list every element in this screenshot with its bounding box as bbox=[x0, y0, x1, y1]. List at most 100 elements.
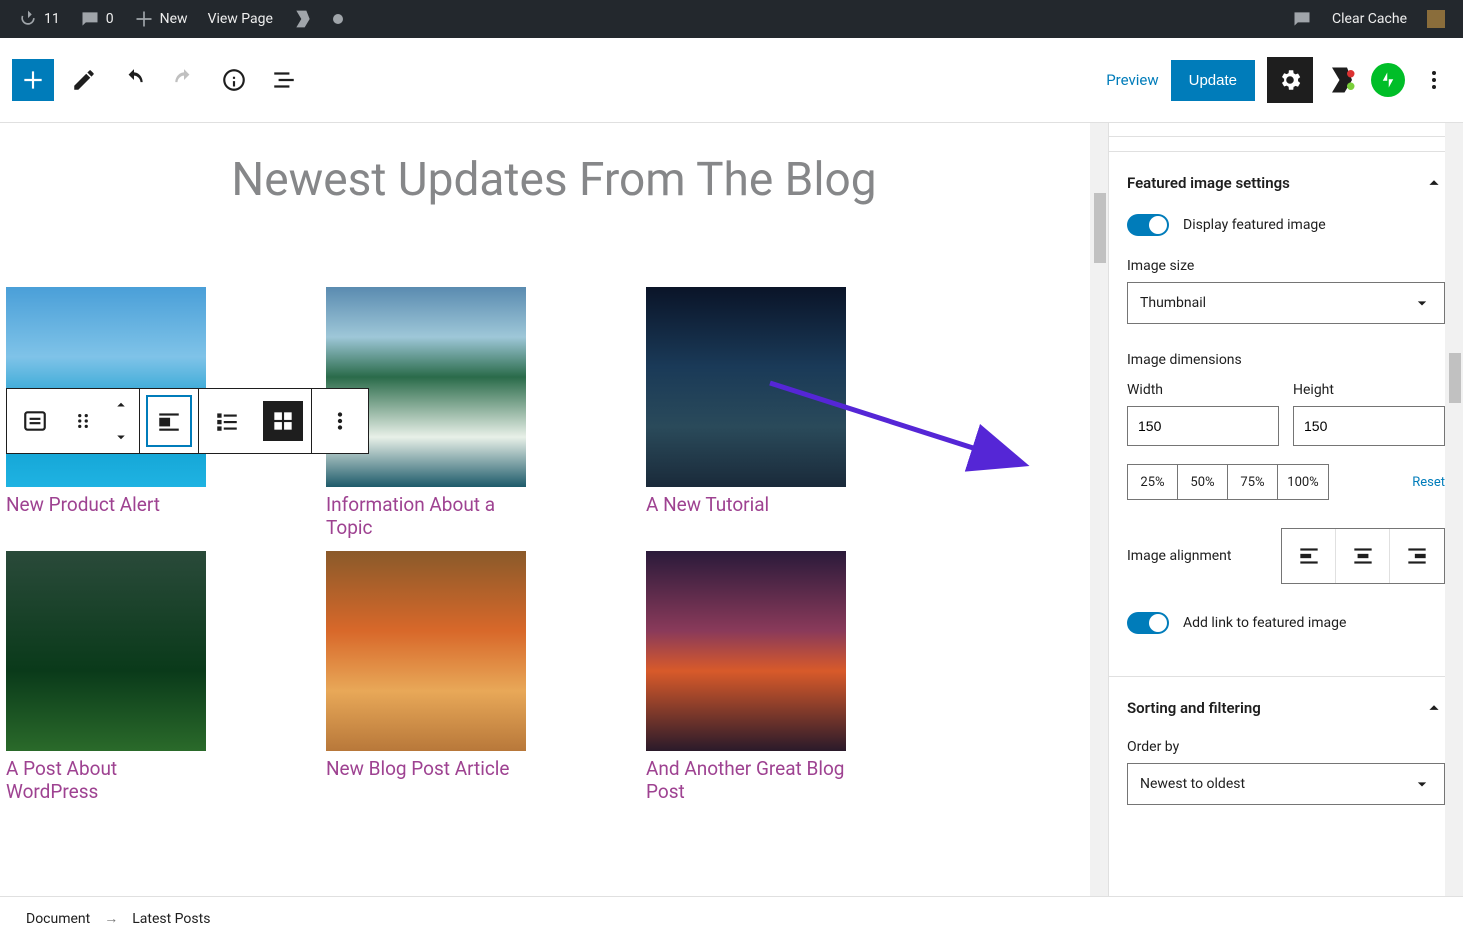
align-right-button[interactable] bbox=[1390, 529, 1444, 583]
display-featured-image-toggle[interactable] bbox=[1127, 214, 1169, 236]
display-featured-image-label: Display featured image bbox=[1183, 217, 1326, 233]
featured-image-settings-panel: Featured image settings Display featured… bbox=[1109, 151, 1463, 676]
plus-icon bbox=[20, 67, 46, 93]
order-by-value: Newest to oldest bbox=[1140, 776, 1245, 792]
panel-title: Featured image settings bbox=[1127, 174, 1290, 192]
align-button[interactable] bbox=[146, 395, 192, 447]
post-title[interactable]: And Another Great Blog Post bbox=[646, 757, 846, 803]
jetpack-icon bbox=[1379, 71, 1397, 89]
pct-25-button[interactable]: 25% bbox=[1128, 465, 1178, 499]
post-title[interactable]: New Product Alert bbox=[6, 493, 206, 516]
sidebar-scrollbar[interactable] bbox=[1445, 123, 1463, 896]
redo-button[interactable] bbox=[164, 60, 204, 100]
chevron-down-icon bbox=[112, 428, 130, 446]
post-title[interactable]: A Post About WordPress bbox=[6, 757, 206, 803]
more-options-button[interactable] bbox=[1417, 57, 1451, 103]
admin-bar-view-page[interactable]: View Page bbox=[198, 0, 283, 38]
admin-bar-updates[interactable]: 11 bbox=[8, 0, 70, 38]
pct-100-button[interactable]: 100% bbox=[1278, 465, 1328, 499]
image-dimensions-label: Image dimensions bbox=[1127, 352, 1445, 368]
breadcrumb-document[interactable]: Document bbox=[26, 911, 90, 927]
add-link-label: Add link to featured image bbox=[1183, 615, 1346, 631]
height-input[interactable] bbox=[1293, 406, 1445, 446]
block-type-button[interactable] bbox=[7, 389, 63, 453]
post-title[interactable]: New Blog Post Article bbox=[326, 757, 526, 780]
post-card[interactable]: New Blog Post Article bbox=[326, 551, 526, 807]
editor-canvas[interactable]: Newest Updates From The Blog bbox=[0, 123, 1108, 896]
admin-bar-clear-cache[interactable]: Clear Cache bbox=[1322, 0, 1417, 38]
more-vertical-icon bbox=[327, 408, 353, 434]
gear-icon bbox=[1277, 67, 1303, 93]
yoast-button[interactable] bbox=[1325, 63, 1359, 97]
sorting-filtering-header[interactable]: Sorting and filtering bbox=[1109, 677, 1463, 739]
update-button[interactable]: Update bbox=[1171, 60, 1255, 101]
admin-bar-clear-cache-label: Clear Cache bbox=[1332, 11, 1407, 27]
move-down-button[interactable] bbox=[103, 421, 139, 453]
page-title[interactable]: Newest Updates From The Blog bbox=[0, 153, 1108, 207]
settings-button[interactable] bbox=[1267, 57, 1313, 103]
post-thumbnail bbox=[6, 287, 206, 487]
comment-icon bbox=[80, 9, 100, 29]
block-more-button[interactable] bbox=[312, 389, 368, 453]
grid-view-button[interactable] bbox=[255, 389, 311, 453]
admin-bar-comments[interactable]: 0 bbox=[70, 0, 124, 38]
featured-image-settings-header[interactable]: Featured image settings bbox=[1109, 152, 1463, 214]
post-card[interactable]: A Post About WordPress bbox=[6, 551, 206, 807]
post-title[interactable]: A New Tutorial bbox=[646, 493, 846, 516]
admin-bar-comments-count: 0 bbox=[106, 11, 114, 27]
admin-bar-new[interactable]: New bbox=[124, 0, 198, 38]
image-alignment-label: Image alignment bbox=[1127, 548, 1232, 564]
post-title[interactable]: Information About a Topic bbox=[326, 493, 526, 539]
order-by-select[interactable]: Newest to oldest bbox=[1127, 763, 1445, 805]
canvas-scrollbar[interactable] bbox=[1090, 123, 1108, 896]
post-thumbnail bbox=[6, 551, 206, 751]
pct-50-button[interactable]: 50% bbox=[1178, 465, 1228, 499]
post-card[interactable]: And Another Great Blog Post bbox=[646, 551, 846, 807]
admin-bar-updates-count: 11 bbox=[44, 11, 60, 27]
admin-bar-view-page-label: View Page bbox=[208, 11, 273, 27]
yoast-icon bbox=[293, 9, 313, 29]
add-block-button[interactable] bbox=[12, 59, 54, 101]
modes-button[interactable] bbox=[64, 60, 104, 100]
post-thumbnail bbox=[326, 551, 526, 751]
yoast-icon bbox=[1327, 65, 1357, 95]
align-right-icon bbox=[1404, 543, 1430, 569]
admin-bar-account[interactable] bbox=[1417, 0, 1455, 38]
undo-button[interactable] bbox=[114, 60, 154, 100]
info-button[interactable] bbox=[214, 60, 254, 100]
order-by-label: Order by bbox=[1127, 739, 1445, 755]
post-card[interactable]: A New Tutorial bbox=[646, 287, 846, 543]
align-left-icon bbox=[1296, 543, 1322, 569]
note-icon bbox=[1292, 9, 1312, 29]
latest-posts-grid: New Product Alert Information About a To… bbox=[0, 287, 1108, 807]
breadcrumb-latest-posts[interactable]: Latest Posts bbox=[132, 911, 210, 927]
scrollbar-thumb[interactable] bbox=[1094, 193, 1106, 263]
chevron-up-icon bbox=[1423, 172, 1445, 194]
admin-bar: 11 0 New View Page Clear Cache bbox=[0, 0, 1463, 38]
reset-link[interactable]: Reset bbox=[1412, 475, 1445, 490]
settings-sidebar: Featured image settings Display featured… bbox=[1108, 123, 1463, 896]
admin-bar-notes[interactable] bbox=[1282, 0, 1322, 38]
outline-icon bbox=[271, 67, 297, 93]
avatar bbox=[1427, 10, 1445, 28]
list-view-button[interactable] bbox=[199, 389, 255, 453]
add-link-toggle[interactable] bbox=[1127, 612, 1169, 634]
scrollbar-thumb[interactable] bbox=[1449, 353, 1461, 403]
outline-button[interactable] bbox=[264, 60, 304, 100]
drag-handle[interactable] bbox=[63, 389, 103, 453]
preview-link[interactable]: Preview bbox=[1106, 71, 1158, 89]
align-left-button[interactable] bbox=[1282, 529, 1336, 583]
image-size-select[interactable]: Thumbnail bbox=[1127, 282, 1445, 324]
width-label: Width bbox=[1127, 382, 1279, 398]
pct-75-button[interactable]: 75% bbox=[1228, 465, 1278, 499]
block-toolbar bbox=[6, 388, 369, 454]
move-up-button[interactable] bbox=[103, 389, 139, 421]
jetpack-button[interactable] bbox=[1371, 63, 1405, 97]
status-dot-icon bbox=[333, 14, 343, 24]
width-input[interactable] bbox=[1127, 406, 1279, 446]
align-center-button[interactable] bbox=[1336, 529, 1390, 583]
align-center-icon bbox=[1350, 543, 1376, 569]
admin-bar-status[interactable] bbox=[323, 0, 353, 38]
undo-icon bbox=[121, 67, 147, 93]
admin-bar-yoast[interactable] bbox=[283, 0, 323, 38]
